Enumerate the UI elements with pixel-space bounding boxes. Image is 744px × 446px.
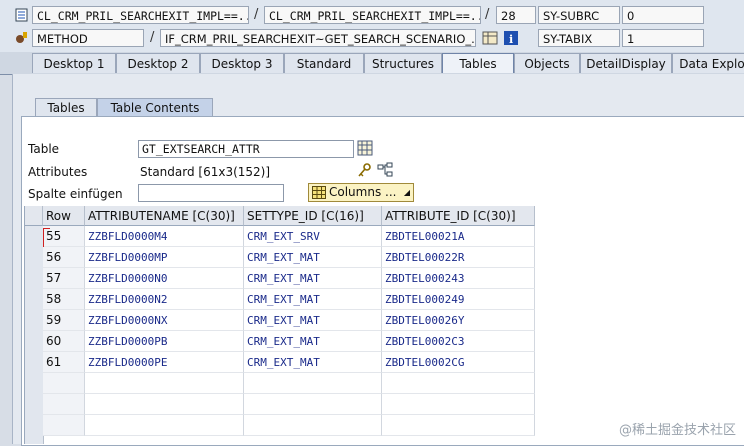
table-cell[interactable]: ZZBFLD0000NX [85,310,244,331]
table-cell[interactable] [85,373,244,394]
columns-button-label: Columns ... [329,185,397,199]
method-name-field[interactable]: IF_CRM_PRIL_SEARCHEXIT~GET_SEARCH_SCENAR… [160,29,476,47]
table-cell[interactable]: CRM_EXT_MAT [244,331,382,352]
tab-tables[interactable]: Tables [442,53,514,73]
table-picker-icon[interactable] [357,140,373,156]
tab-desktop-1[interactable]: Desktop 1 [32,53,116,73]
table-cell[interactable]: ZZBFLD0000N2 [85,289,244,310]
table-name-input[interactable]: GT_EXTSEARCH_ATTR [138,140,354,158]
cell-cursor [43,228,50,247]
table-cell[interactable] [85,415,244,436]
table-cell[interactable] [382,373,535,394]
row-number-cell[interactable]: 60 [43,331,85,352]
column-header-settype-id[interactable]: SETTYPE_ID [C(16)] [244,206,382,226]
main-tab-strip: Desktop 1 Desktop 2 Desktop 3 Standard S… [0,52,744,75]
table-cell[interactable]: CRM_EXT_MAT [244,310,382,331]
attributes-value: Standard [61x3(152)] [140,165,271,179]
var-value-field[interactable]: 0 [622,6,704,24]
row-number-cell[interactable]: 56 [43,247,85,268]
table-cell[interactable]: ZBDTEL00021A [382,226,535,247]
method-icon [14,30,30,46]
row-number-cell[interactable]: 57 [43,268,85,289]
dropdown-arrow-icon: ◢ [403,188,410,197]
table-cell[interactable]: CRM_EXT_MAT [244,289,382,310]
var-value-field-2[interactable]: 1 [622,29,704,47]
table-cell[interactable]: ZBDTEL000249 [382,289,535,310]
key-icon[interactable] [357,162,373,178]
column-header-attributename[interactable]: ATTRIBUTENAME [C(30)] [85,206,244,226]
table-cell[interactable] [382,394,535,415]
table-cell[interactable]: ZZBFLD0000N0 [85,268,244,289]
column-header-row[interactable]: Row [43,206,85,226]
subtab-table-contents[interactable]: Table Contents [97,98,213,116]
info-icon[interactable]: i [503,30,519,46]
spalte-input[interactable] [138,184,284,202]
table-cell[interactable]: ZZBFLD0000M4 [85,226,244,247]
columns-grid-icon [312,186,326,204]
table-contents-grid: Row ATTRIBUTENAME [C(30)] SETTYPE_ID [C(… [24,206,535,444]
class-name-field[interactable]: CL_CRM_PRIL_SEARCHEXIT_IMPL==... [32,6,249,24]
table-cell[interactable] [244,394,382,415]
tab-standard[interactable]: Standard [284,53,364,73]
tab-detaildisplay[interactable]: DetailDisplay [580,53,672,73]
row-selector-column[interactable] [25,226,44,444]
subtab-tables[interactable]: Tables [35,98,97,116]
table-cell[interactable]: ZZBFLD0000PE [85,352,244,373]
var-name-field-2[interactable]: SY-TABIX [538,29,620,47]
spalte-label: Spalte einfügen [28,187,123,201]
tab-structures[interactable]: Structures [364,53,442,73]
program-name-field[interactable]: CL_CRM_PRIL_SEARCHEXIT_IMPL==... [264,6,481,24]
tab-objects[interactable]: Objects [514,53,580,73]
tab-desktop-2[interactable]: Desktop 2 [116,53,200,73]
separator: / [485,7,490,22]
watermark: @稀土掘金技术社区 [618,423,736,438]
structure-icon[interactable] [377,162,393,178]
table-label: Table [28,142,60,156]
line-number-field[interactable]: 28 [496,6,536,24]
table-icon[interactable] [482,30,498,46]
row-number-cell[interactable]: 59 [43,310,85,331]
tab-desktop-3[interactable]: Desktop 3 [200,53,284,73]
row-number-cell[interactable] [43,415,85,436]
table-cell[interactable] [244,373,382,394]
table-cell[interactable]: ZBDTEL000243 [382,268,535,289]
table-cell[interactable]: ZBDTEL0002C3 [382,331,535,352]
separator: / [150,30,155,45]
table-cell[interactable]: CRM_EXT_MAT [244,352,382,373]
row-number-cell[interactable] [43,373,85,394]
row-number-cell[interactable]: 61 [43,352,85,373]
table-cell[interactable]: CRM_EXT_MAT [244,268,382,289]
table-cell[interactable] [382,415,535,436]
table-cell[interactable]: ZZBFLD0000PB [85,331,244,352]
table-cell[interactable] [85,394,244,415]
table-cell[interactable] [244,415,382,436]
table-cell[interactable]: ZBDTEL00022R [382,247,535,268]
separator: / [254,7,259,22]
select-all-cell[interactable] [25,206,43,226]
columns-button[interactable]: Columns ... ◢ [308,183,414,202]
table-cell[interactable]: ZBDTEL0002CG [382,352,535,373]
var-name-field[interactable]: SY-SUBRC [538,6,620,24]
row-number-cell[interactable] [43,394,85,415]
header-row-1: CL_CRM_PRIL_SEARCHEXIT_IMPL==... / CL_CR… [0,4,744,28]
event-type-field[interactable]: METHOD [32,29,144,47]
header-row-2: METHOD / IF_CRM_PRIL_SEARCHEXIT~GET_SEAR… [0,27,744,51]
attributes-label: Attributes [28,165,88,179]
table-cell[interactable]: CRM_EXT_MAT [244,247,382,268]
tab-data-explorer[interactable]: Data Explo [672,53,744,73]
row-number-cell[interactable]: 58 [43,289,85,310]
table-cell[interactable]: ZZBFLD0000MP [85,247,244,268]
column-header-attribute-id[interactable]: ATTRIBUTE_ID [C(30)] [382,206,535,226]
class-icon [14,7,30,23]
svg-text:i: i [509,33,513,46]
table-cell[interactable]: ZBDTEL00026Y [382,310,535,331]
table-cell[interactable]: CRM_EXT_SRV [244,226,382,247]
debugger-header: CL_CRM_PRIL_SEARCHEXIT_IMPL==... / CL_CR… [0,0,744,52]
